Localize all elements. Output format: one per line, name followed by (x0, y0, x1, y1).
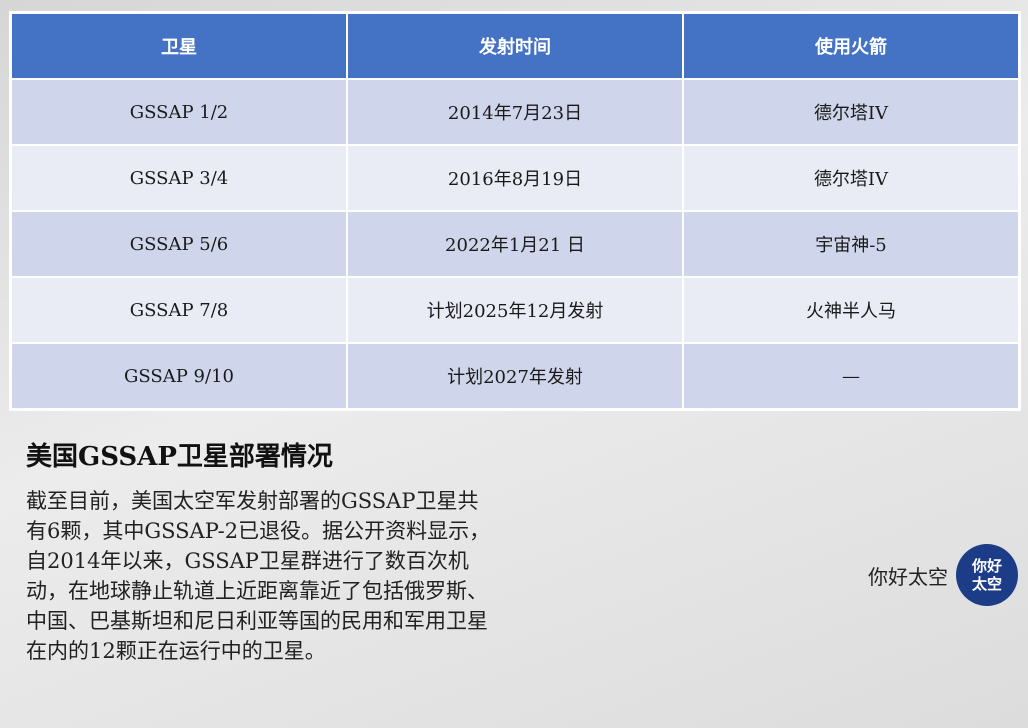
cell-satellite: GSSAP 1/2 (10, 78, 348, 146)
table-header-row: 卫星 发射时间 使用火箭 (10, 12, 1020, 80)
satellite-table-container: 卫星 发射时间 使用火箭 GSSAP 1/2 2014年7月23日 德尔塔IV … (9, 11, 1021, 411)
satellite-table: 卫星 发射时间 使用火箭 GSSAP 1/2 2014年7月23日 德尔塔IV … (10, 12, 1020, 410)
cell-launch-date: 2016年8月19日 (346, 144, 684, 212)
header-satellite: 卫星 (10, 12, 348, 80)
article-body: 截至目前，美国太空军发射部署的GSSAP卫星共有6颗，其中GSSAP-2已退役。… (26, 489, 491, 663)
cell-rocket: 德尔塔IV (682, 78, 1020, 146)
table-row: GSSAP 9/10 计划2027年发射 — (10, 342, 1020, 410)
cell-rocket: 德尔塔IV (682, 144, 1020, 212)
article-title: 美国GSSAP卫星部署情况 (26, 442, 333, 472)
brand-name: 你好太空 (868, 564, 948, 589)
cell-rocket: 宇宙神-5 (682, 210, 1020, 278)
cell-rocket: 火神半人马 (682, 276, 1020, 344)
header-rocket: 使用火箭 (682, 12, 1020, 80)
cell-launch-date: 计划2027年发射 (346, 342, 684, 410)
cell-launch-date: 2022年1月21 日 (346, 210, 684, 278)
cell-launch-date: 计划2025年12月发射 (346, 276, 684, 344)
table-row: GSSAP 1/2 2014年7月23日 德尔塔IV (10, 78, 1020, 146)
table-row: GSSAP 5/6 2022年1月21 日 宇宙神-5 (10, 210, 1020, 278)
cell-rocket: — (682, 342, 1020, 410)
logo-text-line2: 太空 (971, 575, 1002, 593)
logo-text-line1: 你好 (971, 557, 1002, 575)
brand-watermark: 你好太空 你好 太空 (868, 544, 1018, 606)
header-launch-date: 发射时间 (346, 12, 684, 80)
table-row: GSSAP 3/4 2016年8月19日 德尔塔IV (10, 144, 1020, 212)
table-row: GSSAP 7/8 计划2025年12月发射 火神半人马 (10, 276, 1020, 344)
cell-satellite: GSSAP 3/4 (10, 144, 348, 212)
brand-logo-icon: 你好 太空 (956, 544, 1018, 606)
cell-launch-date: 2014年7月23日 (346, 78, 684, 146)
cell-satellite: GSSAP 5/6 (10, 210, 348, 278)
cell-satellite: GSSAP 7/8 (10, 276, 348, 344)
cell-satellite: GSSAP 9/10 (10, 342, 348, 410)
